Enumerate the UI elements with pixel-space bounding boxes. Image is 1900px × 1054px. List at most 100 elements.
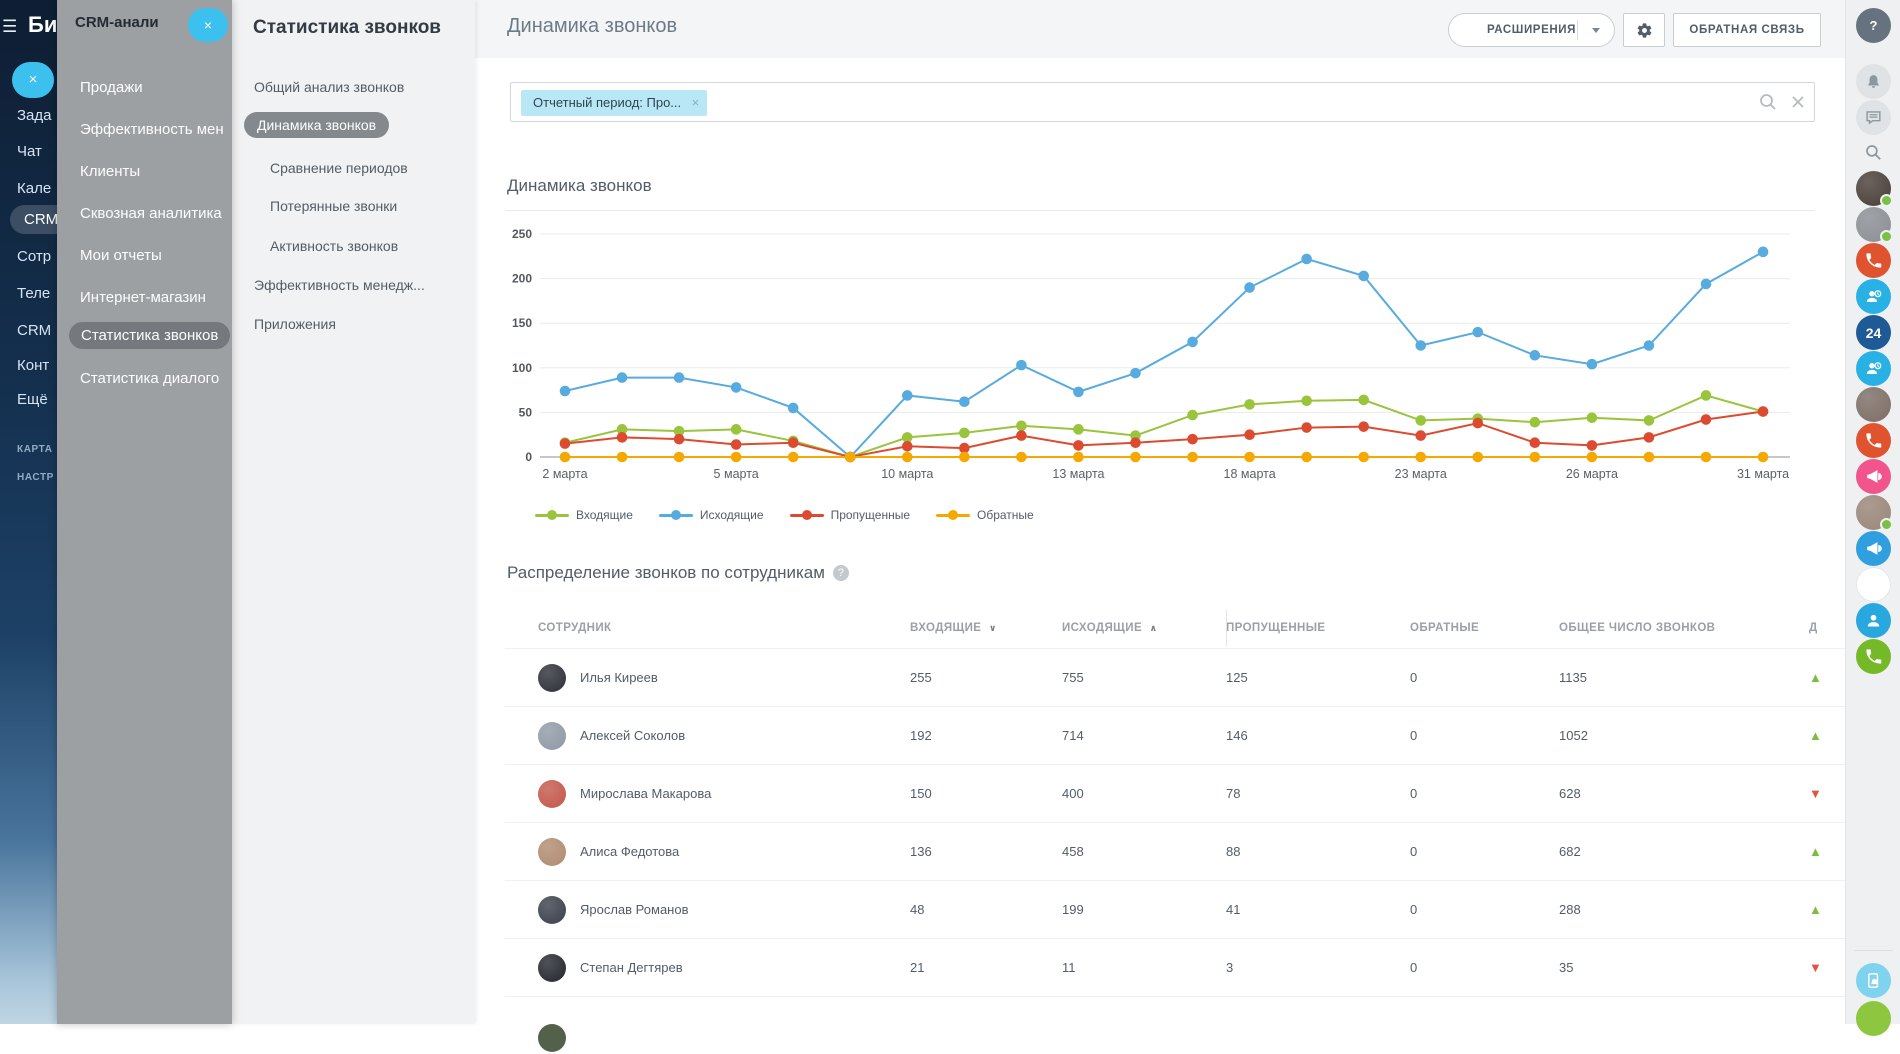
feedback-button[interactable]: ОБРАТНАЯ СВЯЗЬ [1673, 13, 1821, 47]
employee-name: Алексей Соколов [580, 728, 685, 743]
table-row-partial[interactable] [505, 996, 1845, 1054]
submenu-item-1[interactable]: Динамика звонков [244, 112, 389, 138]
sidebar-footer-item-1[interactable]: НАСТР [17, 472, 54, 483]
settings-button[interactable] [1623, 13, 1665, 47]
table-row-4[interactable]: Ярослав Романов48199410288▲ [505, 880, 1845, 938]
svg-text:2 марта: 2 марта [542, 467, 587, 481]
legend-item-3[interactable]: Обратные [936, 508, 1034, 522]
bell-icon[interactable] [1856, 64, 1891, 99]
device-icon[interactable] [1856, 963, 1891, 998]
calls-dynamics-chart[interactable]: 0501001502002502 марта5 марта10 марта13 … [500, 226, 1815, 508]
outgoing-count: 11 [1062, 960, 1226, 975]
person-icon[interactable] [1856, 603, 1891, 638]
tab-close-button[interactable]: × [188, 8, 228, 42]
overlay-menu-item-1[interactable]: Эффективность мен [80, 121, 224, 138]
table-row-3[interactable]: Алиса Федотова136458880682▲ [505, 822, 1845, 880]
legend-item-1[interactable]: Исходящие [659, 508, 764, 522]
phone-icon[interactable] [1856, 639, 1891, 674]
avatar[interactable] [1856, 387, 1891, 422]
trend-up-icon: ▲ [1809, 902, 1849, 917]
legend-item-0[interactable]: Входящие [535, 508, 633, 522]
circle-icon[interactable] [1856, 567, 1891, 602]
table-row-5[interactable]: Степан Дегтярев21113035▼ [505, 938, 1845, 996]
svg-text:23 марта: 23 марта [1395, 467, 1447, 481]
table-header: СОТРУДНИКВХОДЯЩИЕ ∨ИСХОДЯЩИЕ ∧ПРОПУЩЕННЫ… [505, 608, 1845, 648]
chip-close-icon[interactable]: × [692, 90, 700, 116]
filter-chip-report-period[interactable]: Отчетный период: Про... × [521, 90, 707, 116]
legend-item-2[interactable]: Пропущенные [790, 508, 910, 522]
submenu-item-5[interactable]: Эффективность менедж... [254, 277, 425, 293]
sidebar-item-8[interactable]: Ещё [17, 391, 48, 408]
sort-icon: ∨ [989, 623, 997, 633]
main-content: Динамика звонков РАСШИРЕНИЯ ОБРАТНАЯ СВЯ… [475, 0, 1845, 1024]
chevron-down-icon[interactable] [1592, 28, 1600, 33]
help-icon[interactable]: ? [1856, 8, 1891, 43]
hamburger-icon[interactable]: ☰ [2, 17, 17, 37]
legend-label: Обратные [977, 508, 1034, 522]
submenu-item-0[interactable]: Общий анализ звонков [254, 79, 404, 95]
sidebar-item-7[interactable]: Конт [17, 357, 49, 374]
column-header-3[interactable]: ПРОПУЩЕННЫЕ [1226, 622, 1410, 634]
column-header-1[interactable]: ВХОДЯЩИЕ ∨ [910, 622, 1062, 634]
sidebar-item-4[interactable]: Сотр [17, 248, 51, 265]
megaphone-icon[interactable] [1856, 459, 1891, 494]
missed-count: 146 [1226, 728, 1410, 743]
svg-text:250: 250 [512, 227, 532, 241]
overlay-menu-item-4[interactable]: Мои отчеты [80, 247, 162, 264]
chat-icon[interactable] [1856, 100, 1891, 135]
b24-icon[interactable]: 24 [1856, 315, 1891, 350]
avatar[interactable] [1856, 171, 1891, 206]
trend-up-icon: ▲ [1809, 728, 1849, 743]
submenu-item-4[interactable]: Активность звонков [270, 238, 398, 254]
sidebar-footer-item-0[interactable]: КАРТА [17, 444, 53, 455]
avatar[interactable] [1856, 207, 1891, 242]
callback-count: 0 [1410, 786, 1559, 801]
overlay-menu-item-6[interactable]: Статистика звонков [69, 322, 230, 349]
overlay-menu-item-5[interactable]: Интернет-магазин [80, 289, 206, 306]
sidebar-item-0[interactable]: Зада [17, 107, 52, 124]
overlay-menu-item-3[interactable]: Сквозная аналитика [80, 205, 222, 222]
overlay-menu-item-2[interactable]: Клиенты [80, 163, 140, 180]
overlay-menu-item-7[interactable]: Статистика диалого [80, 370, 219, 387]
table-row-2[interactable]: Мирослава Макарова150400780628▼ [505, 764, 1845, 822]
submenu-item-6[interactable]: Приложения [254, 316, 336, 332]
outgoing-count: 755 [1062, 670, 1226, 685]
extensions-button[interactable]: РАСШИРЕНИЯ [1448, 13, 1615, 47]
page-title: Динамика звонков [507, 15, 677, 38]
column-header-2[interactable]: ИСХОДЯЩИЕ ∧ [1062, 622, 1226, 634]
sidebar-item-2[interactable]: Кале [17, 180, 51, 197]
overlay-menu-item-0[interactable]: Продажи [80, 79, 143, 96]
column-header-4[interactable]: ОБРАТНЫЕ [1410, 622, 1559, 634]
filter-search-bar[interactable]: Отчетный период: Про... × [510, 82, 1815, 122]
circle-icon[interactable] [1856, 1001, 1891, 1036]
callback-count: 0 [1410, 902, 1559, 917]
phone-icon[interactable] [1856, 243, 1891, 278]
phone-icon[interactable] [1856, 423, 1891, 458]
incoming-count: 136 [910, 844, 1062, 859]
person-clock-icon[interactable] [1856, 351, 1891, 386]
column-header-5[interactable]: ОБЩЕЕ ЧИСЛО ЗВОНКОВ [1559, 622, 1809, 634]
menu-close-button[interactable]: × [12, 62, 54, 98]
help-icon[interactable]: ? [833, 565, 849, 581]
person-clock-icon[interactable] [1856, 279, 1891, 314]
sidebar-item-6[interactable]: CRM [17, 322, 51, 339]
chart-legend: Входящие Исходящие Пропущенные Обратные [535, 508, 1034, 522]
megaphone-icon[interactable] [1856, 531, 1891, 566]
employee-name: Ярослав Романов [580, 902, 689, 917]
submenu-item-3[interactable]: Потерянные звонки [270, 198, 397, 214]
submenu-item-2[interactable]: Сравнение периодов [270, 160, 408, 176]
clear-filter-icon[interactable] [1789, 93, 1807, 111]
search-icon[interactable] [1759, 93, 1777, 111]
sidebar-item-1[interactable]: Чат [17, 143, 42, 160]
table-row-1[interactable]: Алексей Соколов19271414601052▲ [505, 706, 1845, 764]
total-count: 35 [1559, 960, 1809, 975]
column-header-6[interactable]: Д [1809, 622, 1849, 634]
column-header-0[interactable]: СОТРУДНИК [538, 622, 910, 634]
search-icon[interactable] [1856, 135, 1891, 170]
avatar[interactable] [1856, 495, 1891, 530]
sidebar-item-5[interactable]: Теле [17, 285, 50, 302]
table-row-0[interactable]: Илья Киреев25575512501135▲ [505, 648, 1845, 706]
legend-marker [936, 514, 970, 517]
svg-text:31 марта: 31 марта [1737, 467, 1789, 481]
employee-name: Алиса Федотова [580, 844, 679, 859]
